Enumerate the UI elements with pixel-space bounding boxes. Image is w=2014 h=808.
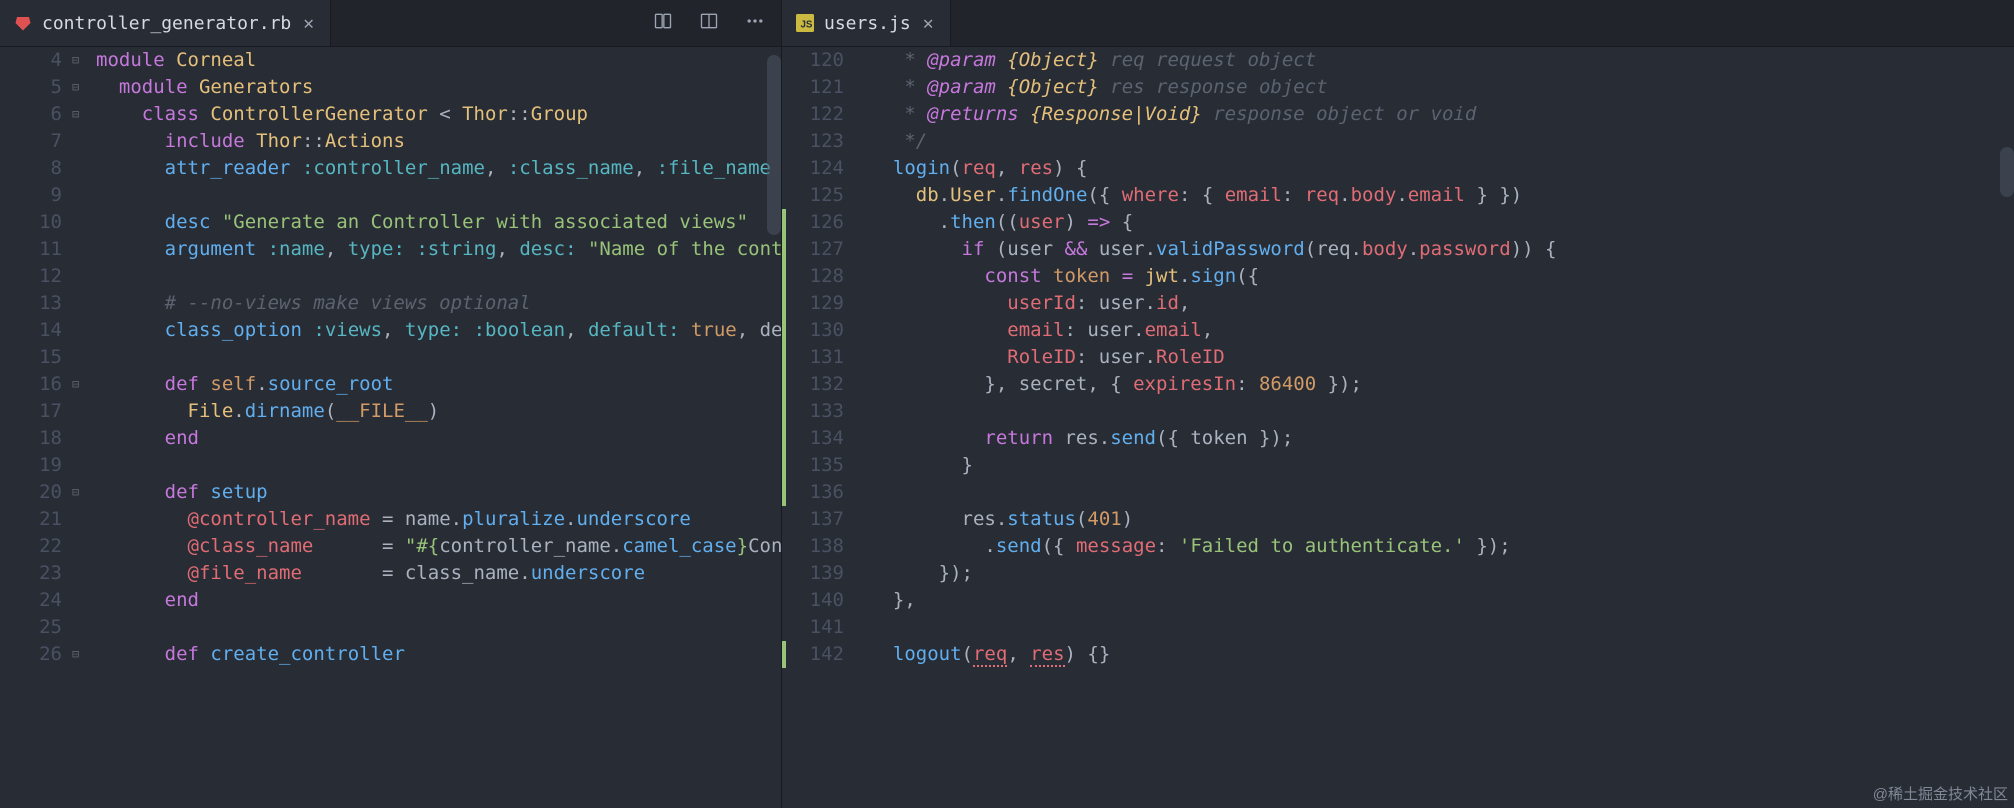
compare-icon[interactable]: [653, 11, 673, 36]
code-line[interactable]: [96, 344, 781, 371]
close-icon[interactable]: ✕: [921, 13, 936, 34]
code-line[interactable]: File.dirname(__FILE__): [96, 398, 781, 425]
code-line[interactable]: login(req, res) {: [870, 155, 2014, 182]
code-line[interactable]: */: [870, 128, 2014, 155]
fold-toggle[interactable]: ⊟: [72, 101, 84, 128]
code-line[interactable]: @file_name = class_name.underscore: [96, 560, 781, 587]
right-code-area[interactable]: * @param {Object} req request object * @…: [854, 47, 2014, 668]
code-line[interactable]: res.status(401): [870, 506, 2014, 533]
right-scrollbar[interactable]: [2000, 147, 2014, 197]
code-line[interactable]: desc "Generate an Controller with associ…: [96, 209, 781, 236]
fold-toggle[interactable]: ⊟: [72, 74, 84, 101]
code-line[interactable]: def self.source_root: [96, 371, 781, 398]
split-icon[interactable]: [699, 11, 719, 36]
code-line[interactable]: logout(req, res) {}: [870, 641, 2014, 668]
js-file-icon: JS: [796, 14, 814, 32]
code-line[interactable]: return res.send({ token });: [870, 425, 2014, 452]
code-line[interactable]: });: [870, 560, 2014, 587]
left-code-area[interactable]: module Corneal module Generators class C…: [96, 47, 781, 668]
left-editor-pane: controller_generator.rb ✕ 45678910111213…: [0, 0, 782, 808]
code-line[interactable]: [870, 614, 2014, 641]
code-line[interactable]: const token = jwt.sign({: [870, 263, 2014, 290]
code-line[interactable]: [870, 479, 2014, 506]
close-icon[interactable]: ✕: [301, 13, 316, 34]
svg-text:JS: JS: [801, 20, 813, 31]
code-line[interactable]: def create_controller: [96, 641, 781, 668]
code-line[interactable]: include Thor::Actions: [96, 128, 781, 155]
fold-toggle[interactable]: ⊟: [72, 641, 84, 668]
code-line[interactable]: def setup: [96, 479, 781, 506]
code-line[interactable]: class_option :views, type: :boolean, def…: [96, 317, 781, 344]
fold-toggle[interactable]: ⊟: [72, 371, 84, 398]
fold-toggle[interactable]: ⊟: [72, 47, 84, 74]
code-line[interactable]: db.User.findOne({ where: { email: req.bo…: [870, 182, 2014, 209]
code-line[interactable]: * @returns {Response|Void} response obje…: [870, 101, 2014, 128]
code-line[interactable]: module Generators: [96, 74, 781, 101]
code-line[interactable]: end: [96, 425, 781, 452]
code-line[interactable]: @controller_name = name.pluralize.unders…: [96, 506, 781, 533]
code-line[interactable]: },: [870, 587, 2014, 614]
fold-toggle[interactable]: ⊟: [72, 479, 84, 506]
code-line[interactable]: [870, 398, 2014, 425]
code-line[interactable]: @class_name = "#{controller_name.camel_c…: [96, 533, 781, 560]
more-icon[interactable]: [745, 11, 765, 36]
tab-title: users.js: [824, 13, 911, 34]
code-line[interactable]: [96, 452, 781, 479]
tab-controller-generator[interactable]: controller_generator.rb ✕: [0, 0, 331, 46]
tab-users-js[interactable]: JS users.js ✕: [782, 0, 951, 46]
right-editor-pane: JS users.js ✕ 12012112212312412512612712…: [782, 0, 2014, 808]
watermark: @稀土掘金技术社区: [1873, 783, 2008, 804]
ruby-file-icon: [14, 14, 32, 32]
left-line-gutter: 4567891011121314151617181920212223242526: [0, 47, 72, 668]
code-line[interactable]: RoleID: user.RoleID: [870, 344, 2014, 371]
code-line[interactable]: }, secret, { expiresIn: 86400 });: [870, 371, 2014, 398]
code-line[interactable]: end: [96, 587, 781, 614]
code-line[interactable]: class ControllerGenerator < Thor::Group: [96, 101, 781, 128]
right-editor[interactable]: 1201211221231241251261271281291301311321…: [782, 47, 2014, 668]
code-line[interactable]: email: user.email,: [870, 317, 2014, 344]
code-line[interactable]: * @param {Object} res response object: [870, 74, 2014, 101]
code-line[interactable]: if (user && user.validPassword(req.body.…: [870, 236, 2014, 263]
left-editor[interactable]: 4567891011121314151617181920212223242526…: [0, 47, 781, 668]
code-line[interactable]: # --no-views make views optional: [96, 290, 781, 317]
tab-title: controller_generator.rb: [42, 13, 291, 34]
left-scrollbar[interactable]: [767, 55, 781, 235]
code-line[interactable]: [96, 182, 781, 209]
code-line[interactable]: .send({ message: 'Failed to authenticate…: [870, 533, 2014, 560]
code-line[interactable]: module Corneal: [96, 47, 781, 74]
code-line[interactable]: [96, 614, 781, 641]
code-line[interactable]: attr_reader :controller_name, :class_nam…: [96, 155, 781, 182]
right-line-gutter: 1201211221231241251261271281291301311321…: [782, 47, 854, 668]
left-tabbar: controller_generator.rb ✕: [0, 0, 781, 47]
code-line[interactable]: [96, 263, 781, 290]
code-line[interactable]: userId: user.id,: [870, 290, 2014, 317]
code-line[interactable]: .then((user) => {: [870, 209, 2014, 236]
code-line[interactable]: }: [870, 452, 2014, 479]
tab-actions: [637, 0, 781, 46]
left-fold-gutter: ⊟⊟⊟⊟⊟⊟: [72, 47, 96, 668]
code-line[interactable]: * @param {Object} req request object: [870, 47, 2014, 74]
code-line[interactable]: argument :name, type: :string, desc: "Na…: [96, 236, 781, 263]
right-tabbar: JS users.js ✕: [782, 0, 2014, 47]
